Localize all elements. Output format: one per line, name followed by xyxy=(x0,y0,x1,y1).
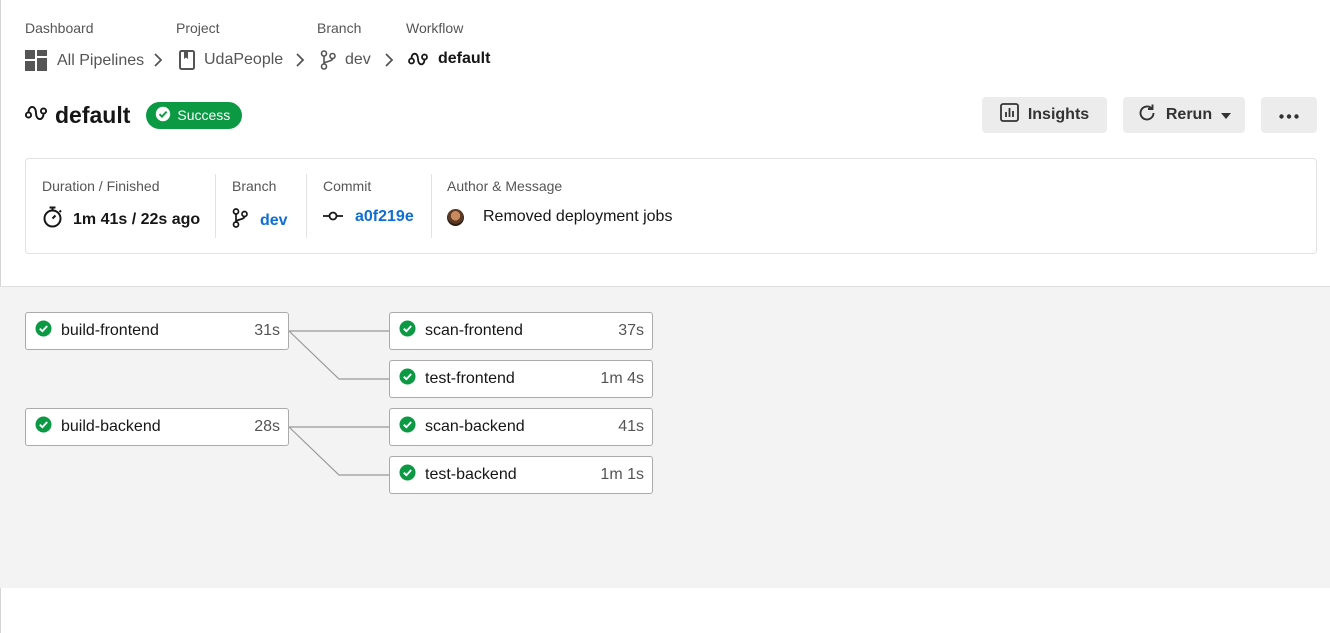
job-scan-frontend[interactable]: scan-frontend 37s xyxy=(389,312,653,350)
chevron-right-icon xyxy=(295,52,305,73)
chevron-right-icon xyxy=(384,52,394,73)
more-horizontal-icon xyxy=(1279,106,1299,124)
success-check-icon xyxy=(399,320,416,342)
rerun-refresh-icon xyxy=(1137,103,1157,128)
stopwatch-icon xyxy=(42,206,63,233)
job-name: build-backend xyxy=(61,418,161,435)
job-name: scan-backend xyxy=(425,418,525,435)
job-duration: 31s xyxy=(254,322,280,339)
insights-chart-icon xyxy=(999,103,1019,127)
branch-value: dev xyxy=(232,208,288,233)
success-check-icon xyxy=(35,416,52,438)
breadcrumb-project-label: Project xyxy=(176,20,220,36)
all-pipelines-text: All Pipelines xyxy=(57,51,145,69)
job-name: test-backend xyxy=(425,466,517,483)
job-scan-backend[interactable]: scan-backend 41s xyxy=(389,408,653,446)
caret-down-icon xyxy=(1221,106,1232,124)
rerun-button-label: Rerun xyxy=(1165,106,1213,123)
workflow-graph: build-frontend 31s scan-frontend 37s tes… xyxy=(0,286,1330,588)
page-header: default Success xyxy=(24,98,243,132)
rerun-button[interactable]: Rerun xyxy=(1123,97,1245,133)
branch-link[interactable]: dev xyxy=(260,212,288,230)
info-divider xyxy=(431,174,432,238)
check-circle-icon xyxy=(155,106,171,125)
job-duration: 37s xyxy=(618,322,644,339)
breadcrumb-workflow-label: Workflow xyxy=(406,20,464,36)
job-duration: 1m 1s xyxy=(600,466,644,483)
breadcrumb-branch-label: Branch xyxy=(317,20,362,36)
all-pipelines-link[interactable]: All Pipelines xyxy=(25,50,144,71)
job-duration: 28s xyxy=(254,418,280,435)
dependency-line xyxy=(288,426,389,476)
commit-hash-link[interactable]: a0f219e xyxy=(355,208,414,226)
commit-label: Commit xyxy=(323,178,372,194)
project-link[interactable]: UdaPeople xyxy=(179,50,283,70)
status-badge: Success xyxy=(146,101,243,129)
avatar[interactable] xyxy=(447,208,464,226)
commit-value: a0f219e xyxy=(323,208,414,226)
author-message-value: Removed deployment jobs xyxy=(447,208,672,226)
success-check-icon xyxy=(35,320,52,342)
page-title: default xyxy=(55,101,131,128)
chevron-right-icon xyxy=(153,52,163,73)
branch-link[interactable]: dev xyxy=(320,50,371,70)
branch-icon xyxy=(232,208,248,233)
info-divider xyxy=(215,174,216,238)
more-options-button[interactable] xyxy=(1261,97,1317,133)
dependency-line xyxy=(288,330,389,380)
project-book-icon xyxy=(179,50,195,70)
workflow-icon xyxy=(24,105,48,126)
workflow-info-card: Duration / Finished 1m 41s / 22s ago Bra… xyxy=(25,158,1317,254)
insights-button[interactable]: Insights xyxy=(982,97,1107,133)
workflow-current: default xyxy=(408,50,490,68)
job-test-backend[interactable]: test-backend 1m 1s xyxy=(389,456,653,494)
project-name-text: UdaPeople xyxy=(204,51,284,68)
duration-value: 1m 41s / 22s ago xyxy=(42,206,200,233)
job-test-frontend[interactable]: test-frontend 1m 4s xyxy=(389,360,653,398)
commit-icon xyxy=(323,208,343,226)
author-label: Author & Message xyxy=(447,178,563,194)
job-build-frontend[interactable]: build-frontend 31s xyxy=(25,312,289,350)
commit-message-text: Removed deployment jobs xyxy=(483,208,673,225)
dashboard-grid-icon xyxy=(25,50,48,71)
job-name: test-frontend xyxy=(425,370,515,387)
info-divider xyxy=(306,174,307,238)
duration-label: Duration / Finished xyxy=(42,178,160,194)
branch-icon xyxy=(320,50,336,70)
success-check-icon xyxy=(399,368,416,390)
success-check-icon xyxy=(399,416,416,438)
job-name: build-frontend xyxy=(61,322,159,339)
workflow-name-text: default xyxy=(438,50,491,67)
job-duration: 1m 4s xyxy=(600,370,644,387)
workflow-icon xyxy=(408,52,428,66)
job-name: scan-frontend xyxy=(425,322,523,339)
breadcrumb-dashboard-label: Dashboard xyxy=(25,20,94,36)
duration-text: 1m 41s / 22s ago xyxy=(73,210,201,228)
branch-name-text: dev xyxy=(345,51,371,68)
job-duration: 41s xyxy=(618,418,644,435)
success-check-icon xyxy=(399,464,416,486)
insights-button-label: Insights xyxy=(1027,106,1090,123)
branch-label: Branch xyxy=(232,178,277,194)
job-build-backend[interactable]: build-backend 28s xyxy=(25,408,289,446)
status-badge-text: Success xyxy=(177,107,231,123)
